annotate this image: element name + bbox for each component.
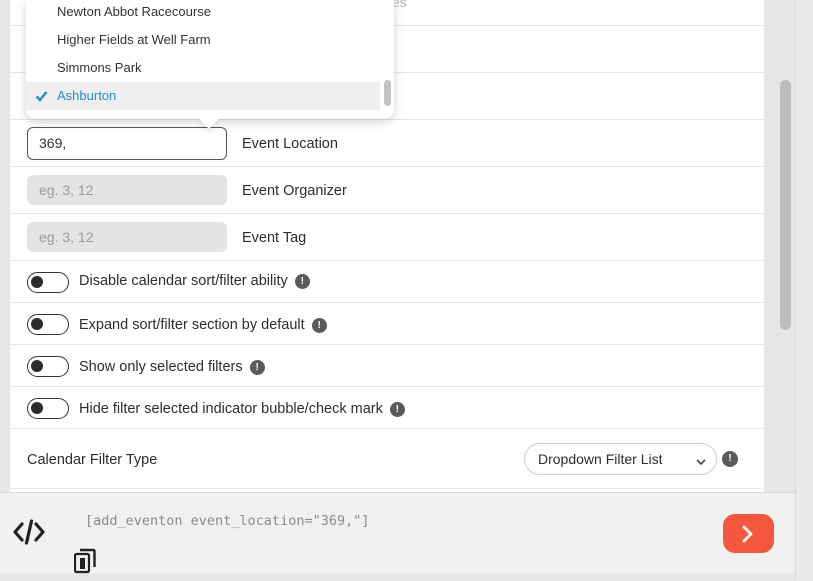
dropdown-option-label: Ashburton bbox=[57, 88, 117, 103]
shortcode-bar: [add_eventon event_location="369,"] bbox=[0, 492, 795, 574]
shortcode-text[interactable]: [add_eventon event_location="369,"] bbox=[85, 513, 369, 529]
show-selected-label: Show only selected filters ! bbox=[79, 359, 265, 375]
row-event-location: 369, Event Location bbox=[10, 120, 764, 167]
row-expand-sort: Expand sort/filter section by default ! bbox=[10, 303, 764, 345]
event-organizer-input[interactable]: eg. 3, 12 bbox=[27, 175, 227, 205]
info-icon[interactable]: ! bbox=[294, 273, 310, 289]
toggle-knob bbox=[31, 318, 43, 330]
code-icon bbox=[13, 518, 45, 551]
info-icon[interactable]: ! bbox=[249, 359, 265, 375]
row-hide-indicator: Hide filter selected indicator bubble/ch… bbox=[10, 387, 764, 429]
row-event-tag: eg. 3, 12 Event Tag bbox=[10, 214, 764, 261]
dropdown-scrollbar-thumb[interactable] bbox=[384, 80, 391, 106]
panel-scrollbar-thumb[interactable] bbox=[780, 80, 791, 330]
dropdown-option[interactable]: Newton Abbot Racecourse bbox=[26, 0, 380, 26]
expand-sort-toggle[interactable] bbox=[27, 314, 69, 335]
event-organizer-label: Event Organizer bbox=[242, 183, 347, 199]
expand-sort-text: Expand sort/filter section by default bbox=[79, 317, 305, 333]
disable-sort-toggle[interactable] bbox=[27, 272, 69, 293]
row-show-selected: Show only selected filters ! bbox=[10, 345, 764, 387]
window-edge bbox=[795, 0, 813, 581]
hide-indicator-label: Hide filter selected indicator bubble/ch… bbox=[79, 401, 405, 417]
filter-type-select[interactable]: Dropdown Filter List bbox=[524, 443, 717, 475]
disable-sort-label: Disable calendar sort/filter ability ! bbox=[79, 273, 310, 289]
toggle-knob bbox=[31, 402, 43, 414]
location-dropdown-popup: Newton Abbot Racecourse Higher Fields at… bbox=[26, 0, 394, 129]
info-icon[interactable]: ! bbox=[722, 451, 738, 467]
dropdown-option-selected[interactable]: Ashburton bbox=[26, 82, 380, 110]
event-location-input[interactable]: 369, bbox=[27, 127, 227, 160]
dropdown-option[interactable]: Simmons Park bbox=[26, 54, 380, 82]
hide-indicator-toggle[interactable] bbox=[27, 398, 69, 419]
event-tag-label: Event Tag bbox=[242, 230, 307, 246]
dropdown-option[interactable]: Higher Fields at Well Farm bbox=[26, 26, 380, 54]
expand-sort-label: Expand sort/filter section by default ! bbox=[79, 317, 327, 333]
show-selected-toggle[interactable] bbox=[27, 356, 69, 377]
toggle-knob bbox=[31, 276, 43, 288]
hide-indicator-text: Hide filter selected indicator bubble/ch… bbox=[79, 401, 383, 417]
event-tag-input[interactable]: eg. 3, 12 bbox=[27, 222, 227, 252]
row-event-organizer: eg. 3, 12 Event Organizer bbox=[10, 167, 764, 214]
row-disable-sort: Disable calendar sort/filter ability ! bbox=[10, 261, 764, 303]
filter-type-value: Dropdown Filter List bbox=[538, 451, 663, 467]
filter-type-label: Calendar Filter Type bbox=[27, 452, 158, 468]
go-button[interactable] bbox=[723, 514, 774, 553]
copy-icon[interactable] bbox=[73, 548, 96, 579]
chevron-down-icon bbox=[695, 454, 707, 472]
row-filter-type: Calendar Filter Type Dropdown Filter Lis… bbox=[10, 429, 764, 489]
event-location-label: Event Location bbox=[242, 136, 338, 152]
partial-row-text: es bbox=[392, 0, 407, 10]
checkmark-icon bbox=[35, 82, 48, 119]
disable-sort-text: Disable calendar sort/filter ability bbox=[79, 273, 288, 289]
info-icon[interactable]: ! bbox=[389, 401, 405, 417]
toggle-knob bbox=[31, 360, 43, 372]
chevron-right-icon bbox=[741, 525, 755, 548]
info-icon[interactable]: ! bbox=[311, 317, 327, 333]
show-selected-text: Show only selected filters bbox=[79, 359, 243, 375]
